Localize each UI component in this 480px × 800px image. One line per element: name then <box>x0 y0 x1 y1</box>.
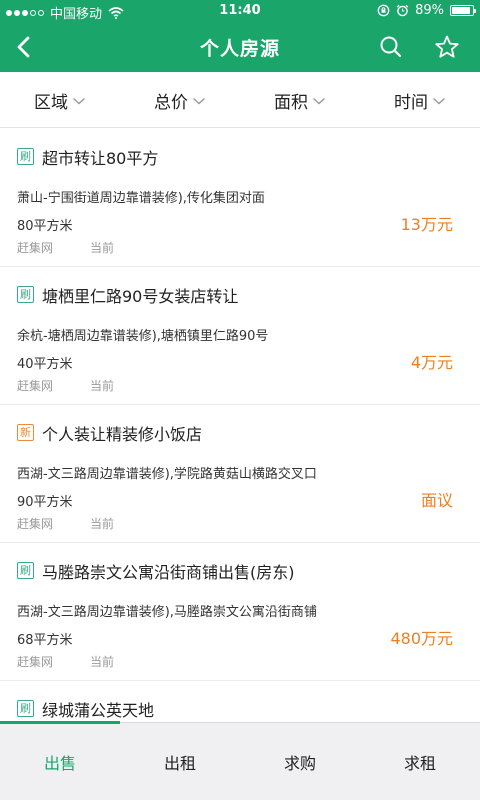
orientation-lock-icon <box>377 4 390 17</box>
listing-source: 赶集网 <box>17 517 54 531</box>
listing-list: 刷 超市转让80平方 萧山-宁围街道周边靠谱装修),传化集团对面 80平方米 赶… <box>0 129 480 722</box>
battery-label: 89% <box>415 3 444 18</box>
chevron-down-icon <box>193 97 205 105</box>
tab-sale[interactable]: 出售 <box>0 723 120 800</box>
listing-area: 90平方米 <box>17 495 73 510</box>
listing-address: 西湖-文三路周边靠谱装修),马塍路崇文公寓沿街商铺 <box>17 605 317 620</box>
list-item[interactable]: 刷 马塍路崇文公寓沿街商铺出售(房东) 西湖-文三路周边靠谱装修),马塍路崇文公… <box>0 543 480 681</box>
refresh-tag: 刷 <box>17 286 34 303</box>
listing-time: 当前 <box>90 241 115 255</box>
listing-source: 赶集网 <box>17 379 54 393</box>
nav-bar: 个人房源 <box>0 22 480 72</box>
chevron-down-icon <box>313 97 325 105</box>
chevron-down-icon <box>433 97 445 105</box>
status-bar: 中国移动 11:40 89% <box>0 0 480 22</box>
listing-price: 13万元 <box>400 215 453 234</box>
bottom-tab-bar: 出售 出租 求购 求租 <box>0 721 480 800</box>
star-icon[interactable] <box>432 32 462 62</box>
list-item[interactable]: 刷 绿城蒲公英天地 <box>0 681 480 722</box>
battery-fill <box>452 7 470 14</box>
filter-label: 总价 <box>154 92 188 113</box>
refresh-tag: 刷 <box>17 148 34 165</box>
search-icon[interactable] <box>376 32 406 62</box>
listing-price: 面议 <box>420 491 453 510</box>
filter-time[interactable]: 时间 <box>360 72 480 128</box>
listing-address: 余杭-塘栖周边靠谱装修),塘栖镇里仁路90号 <box>17 329 269 344</box>
tab-wanted-buy[interactable]: 求购 <box>240 723 360 800</box>
tab-rent[interactable]: 出租 <box>120 723 240 800</box>
listing-time: 当前 <box>90 517 115 531</box>
status-right: 89% <box>377 3 476 18</box>
filter-region[interactable]: 区域 <box>0 72 120 128</box>
listing-price: 480万元 <box>390 629 453 648</box>
listing-title: 马塍路崇文公寓沿街商铺出售(房东) <box>42 563 295 582</box>
filter-area[interactable]: 面积 <box>240 72 360 128</box>
listing-price: 4万元 <box>410 353 453 372</box>
list-item[interactable]: 刷 超市转让80平方 萧山-宁围街道周边靠谱装修),传化集团对面 80平方米 赶… <box>0 129 480 267</box>
listing-area: 80平方米 <box>17 219 73 234</box>
listing-address: 萧山-宁围街道周边靠谱装修),传化集团对面 <box>17 191 265 206</box>
listing-title: 塘栖里仁路90号女装店转让 <box>42 287 239 306</box>
refresh-tag: 刷 <box>17 700 34 717</box>
list-item[interactable]: 新 个人装让精装修小饭店 西湖-文三路周边靠谱装修),学院路黄菇山横路交叉口 9… <box>0 405 480 543</box>
filter-total-price[interactable]: 总价 <box>120 72 240 128</box>
listing-area: 40平方米 <box>17 357 73 372</box>
listing-source: 赶集网 <box>17 655 54 669</box>
listing-time: 当前 <box>90 379 115 393</box>
listing-title: 绿城蒲公英天地 <box>42 701 155 720</box>
active-tab-indicator <box>0 721 120 724</box>
app-header: 中国移动 11:40 89% 个人房源 <box>0 0 480 72</box>
refresh-tag: 刷 <box>17 562 34 579</box>
new-tag: 新 <box>17 424 34 441</box>
listing-source: 赶集网 <box>17 241 54 255</box>
list-item[interactable]: 刷 塘栖里仁路90号女装店转让 余杭-塘栖周边靠谱装修),塘栖镇里仁路90号 4… <box>0 267 480 405</box>
listing-title: 超市转让80平方 <box>42 149 159 168</box>
page-title: 个人房源 <box>199 38 280 60</box>
tab-wanted-rent[interactable]: 求租 <box>360 723 480 800</box>
filter-label: 时间 <box>394 92 428 113</box>
filter-label: 区域 <box>34 92 68 113</box>
chevron-down-icon <box>73 97 85 105</box>
listing-address: 西湖-文三路周边靠谱装修),学院路黄菇山横路交叉口 <box>17 467 317 482</box>
battery-icon <box>450 5 476 16</box>
listing-area: 68平方米 <box>17 633 73 648</box>
alarm-icon <box>396 4 409 17</box>
filter-bar: 区域 总价 面积 时间 <box>0 72 480 128</box>
listing-title: 个人装让精装修小饭店 <box>42 425 203 444</box>
filter-label: 面积 <box>274 92 308 113</box>
listing-time: 当前 <box>90 655 115 669</box>
